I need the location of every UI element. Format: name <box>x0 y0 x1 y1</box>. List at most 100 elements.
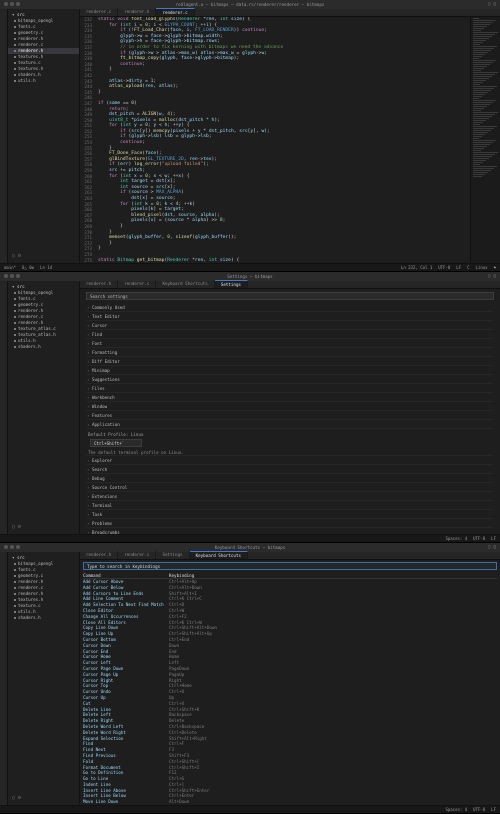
settings-category[interactable]: Features <box>86 411 494 420</box>
split-icon[interactable]: ◫ <box>493 544 496 550</box>
settings-category[interactable]: Find <box>86 330 494 339</box>
minimap-line <box>473 32 498 33</box>
column-keybinding[interactable]: Keybinding <box>169 572 229 578</box>
minimap-line <box>473 46 497 47</box>
settings-category[interactable]: Suggestions <box>86 375 494 384</box>
minimap-line <box>473 64 490 65</box>
column-command[interactable]: Command <box>83 572 169 578</box>
code-editor[interactable]: 232 233 234 235 236 237 238 239 240 241 242 243 244 2… <box>80 17 500 263</box>
settings-category[interactable]: Problems <box>86 519 494 528</box>
status-item[interactable]: Spaces: 4 <box>445 535 467 542</box>
settings-category[interactable]: Search <box>86 465 494 474</box>
layout-icon[interactable]: ▢ <box>488 273 491 279</box>
minimap-line <box>473 160 486 161</box>
status-item[interactable]: Ln 14 <box>40 264 52 271</box>
minimap-line <box>473 176 482 177</box>
editor-tab[interactable]: Settings <box>156 551 190 559</box>
settings-search-input[interactable]: Search settings <box>86 292 494 300</box>
window-controls[interactable] <box>4 545 20 549</box>
tab-label: renderer.h <box>86 281 112 286</box>
status-item[interactable]: Ln 232, Col 1 <box>401 264 432 271</box>
layout-icon[interactable]: ▢ <box>488 1 491 7</box>
status-item[interactable]: LF <box>491 806 496 813</box>
settings-list: Commonly UsedText EditorCursorFindFontFo… <box>80 303 500 534</box>
code-text[interactable]: static void font_load_glyphs(Renderer *r… <box>94 17 470 263</box>
split-icon[interactable]: ◫ <box>493 273 496 279</box>
minimap[interactable] <box>470 17 500 263</box>
settings-category[interactable]: Files <box>86 384 494 393</box>
activity-bar[interactable] <box>0 281 8 534</box>
status-item[interactable]: 0△ 0⊗ <box>22 264 34 271</box>
status-item[interactable]: main* <box>4 264 16 271</box>
editor-tab[interactable]: renderer.c <box>80 8 119 16</box>
account-icon[interactable]: ◯ <box>12 254 15 260</box>
status-item[interactable]: LF <box>491 535 496 542</box>
minimap-line <box>473 76 492 77</box>
setting-label: Default Profile: Linux <box>88 432 144 437</box>
editor-tab[interactable]: renderer.h <box>80 280 119 288</box>
account-icon[interactable]: ◯ <box>12 796 15 802</box>
account-icon[interactable]: ◯ <box>12 525 15 531</box>
status-item[interactable]: LF <box>456 264 461 271</box>
file-icon <box>14 26 16 28</box>
settings-category[interactable]: Cursor <box>86 321 494 330</box>
window-controls[interactable] <box>4 274 20 278</box>
file-icon <box>14 44 16 46</box>
keybindings-search-input[interactable]: Type to search in keybindings <box>83 562 497 570</box>
editor-tab[interactable]: renderer.c <box>118 280 157 288</box>
settings-category[interactable]: Extensions <box>86 492 494 501</box>
settings-category[interactable]: Source Control <box>86 483 494 492</box>
gear-icon[interactable]: ⚙ <box>18 525 21 531</box>
settings-category[interactable]: Task <box>86 510 494 519</box>
split-icon[interactable]: ◫ <box>493 1 496 7</box>
settings-category[interactable]: Workbench <box>86 393 494 402</box>
sidebar-item-label: texture_atlas.c <box>18 326 56 331</box>
settings-category[interactable]: Diff Editor <box>86 357 494 366</box>
settings-category[interactable]: Commonly Used <box>86 303 494 312</box>
minimap-line <box>473 84 480 85</box>
layout-icon[interactable]: ▢ <box>488 544 491 550</box>
status-item[interactable]: UTF-8 <box>438 264 450 271</box>
setting-dropdown[interactable]: Ctrl+Shift+` <box>90 439 142 447</box>
gear-icon[interactable]: ⚙ <box>18 796 21 802</box>
settings-category[interactable]: Minimap <box>86 366 494 375</box>
settings-category[interactable]: Formatting <box>86 348 494 357</box>
editor-tab[interactable]: renderer.h <box>118 8 157 16</box>
editor-tab[interactable]: Keyboard Shortcuts <box>189 551 248 559</box>
sidebar-item[interactable]: shaders.h <box>8 344 79 350</box>
editor-tab[interactable]: Settings <box>214 280 248 288</box>
minimap-line <box>473 114 495 115</box>
minimap-line <box>473 58 479 59</box>
sidebar-item[interactable]: shaders.h <box>8 615 79 621</box>
editor-tab[interactable]: renderer.c <box>118 551 157 559</box>
activity-bar[interactable] <box>0 552 8 805</box>
status-item[interactable]: C <box>467 264 469 271</box>
status-item[interactable]: UTF-8 <box>473 806 485 813</box>
status-item[interactable]: UTF-8 <box>473 535 485 542</box>
sidebar-item-label: geometry.c <box>18 302 44 307</box>
minimap-line <box>473 42 483 43</box>
sidebar-item[interactable]: utils.h <box>8 78 79 84</box>
settings-category[interactable]: Font <box>86 339 494 348</box>
file-icon <box>14 68 16 70</box>
status-item[interactable]: Linux <box>476 264 488 271</box>
editor-tab[interactable]: renderer.c <box>156 8 195 16</box>
minimap-line <box>473 140 496 141</box>
settings-category[interactable]: Debug <box>86 474 494 483</box>
editor-tab[interactable]: renderer.h <box>80 551 119 559</box>
editor-tab[interactable]: Keyboard Shortcuts <box>156 280 215 288</box>
sidebar-item-label: src <box>17 555 25 560</box>
file-icon <box>14 611 16 613</box>
activity-bar[interactable] <box>0 9 8 263</box>
settings-category[interactable]: Terminal <box>86 501 494 510</box>
status-item[interactable]: ⚑ <box>494 264 496 271</box>
settings-category[interactable]: Text Editor <box>86 312 494 321</box>
window-controls[interactable] <box>4 2 20 6</box>
file-icon <box>14 38 16 40</box>
minimap-line <box>473 24 490 25</box>
settings-category[interactable]: Explorer <box>86 456 494 465</box>
settings-category[interactable]: Window <box>86 402 494 411</box>
status-item[interactable]: Spaces: 4 <box>445 806 467 813</box>
settings-category[interactable]: Application <box>86 420 494 429</box>
gear-icon[interactable]: ⚙ <box>18 254 21 260</box>
